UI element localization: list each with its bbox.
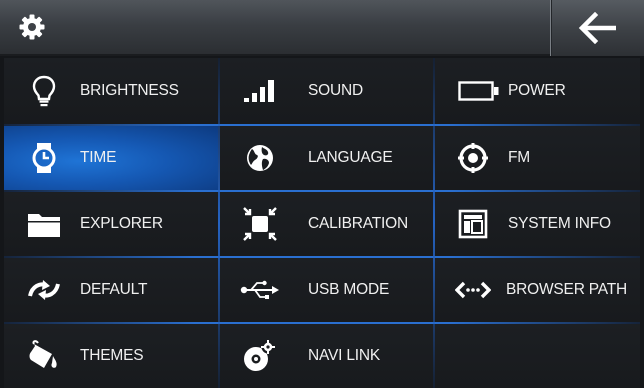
calibration-icon	[240, 206, 280, 242]
menu-item-sound[interactable]: SOUND	[220, 58, 433, 124]
menu-item-navi-link[interactable]: NAVI LINK	[220, 324, 433, 388]
menu-item-label: NAVI LINK	[308, 347, 380, 364]
menu-item-label: THEMES	[80, 347, 144, 364]
grid-divider	[4, 322, 640, 324]
menu-item-label: LANGUAGE	[308, 149, 393, 166]
radio-target-icon	[453, 140, 493, 176]
navi-disc-icon	[240, 338, 280, 374]
grid-divider	[4, 256, 640, 258]
battery-icon	[457, 73, 501, 109]
grid-divider	[433, 58, 435, 388]
menu-item-label: SYSTEM INFO	[508, 215, 611, 232]
arrow-left-icon	[578, 12, 616, 44]
empty-cell	[435, 324, 640, 388]
menu-item-label: SOUND	[308, 82, 363, 99]
usb-icon	[240, 272, 280, 308]
gear-icon	[18, 13, 46, 41]
menu-item-label: BRIGHTNESS	[80, 82, 179, 99]
menu-item-system-info[interactable]: SYSTEM INFO	[435, 192, 640, 256]
browser-path-icon	[453, 272, 493, 308]
folder-icon	[24, 206, 64, 242]
menu-item-power[interactable]: POWER	[435, 58, 640, 124]
menu-item-default[interactable]: DEFAULT	[4, 258, 218, 322]
menu-item-fm[interactable]: FM	[435, 126, 640, 190]
watch-icon	[24, 140, 64, 176]
menu-item-themes[interactable]: THEMES	[4, 324, 218, 388]
grid-divider	[4, 190, 640, 192]
menu-item-label: DEFAULT	[80, 281, 148, 298]
system-info-icon	[453, 206, 493, 242]
grid-divider	[218, 58, 220, 388]
signal-bars-icon	[240, 73, 280, 109]
menu-item-label: POWER	[508, 82, 566, 99]
menu-item-usb-mode[interactable]: USB MODE	[220, 258, 433, 322]
menu-item-browser-path[interactable]: BROWSER PATH	[435, 258, 640, 322]
menu-item-time[interactable]: TIME	[4, 126, 218, 190]
menu-item-label: CALIBRATION	[308, 215, 409, 232]
top-bar	[0, 0, 644, 56]
menu-item-label: USB MODE	[308, 281, 390, 298]
grid-divider	[4, 124, 640, 126]
reset-arrows-icon	[24, 272, 64, 308]
menu-item-label: BROWSER PATH	[506, 281, 628, 298]
settings-grid: BRIGHTNESS SOUND POWER TIME LANGUAGE FM …	[4, 58, 640, 388]
globe-icon	[240, 140, 280, 176]
menu-item-label: EXPLORER	[80, 215, 163, 232]
menu-item-label: FM	[508, 149, 530, 166]
back-button[interactable]	[550, 0, 644, 56]
menu-item-label: TIME	[80, 149, 117, 166]
menu-item-brightness[interactable]: BRIGHTNESS	[4, 58, 218, 124]
menu-item-language[interactable]: LANGUAGE	[220, 126, 433, 190]
menu-item-explorer[interactable]: EXPLORER	[4, 192, 218, 256]
paint-bucket-icon	[24, 338, 64, 374]
menu-item-calibration[interactable]: CALIBRATION	[220, 192, 433, 256]
lightbulb-icon	[24, 73, 64, 109]
